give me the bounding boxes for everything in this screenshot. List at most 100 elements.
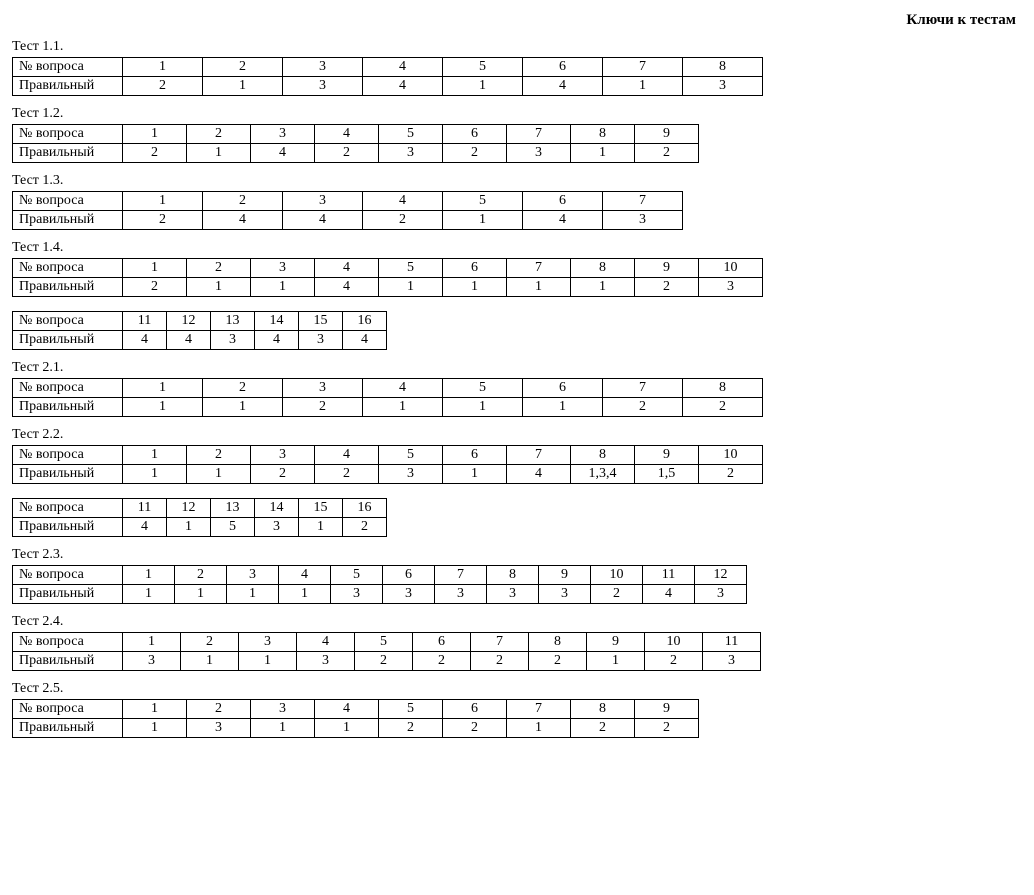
question-number-cell: 1 bbox=[123, 379, 203, 398]
answer-cell: 4 bbox=[363, 77, 443, 96]
row-header-correct: Правильный bbox=[13, 518, 123, 537]
question-number-cell: 3 bbox=[251, 259, 315, 278]
question-number-cell: 1 bbox=[123, 633, 181, 652]
answer-cell: 4 bbox=[507, 465, 571, 484]
question-number-cell: 7 bbox=[603, 58, 683, 77]
question-number-cell: 8 bbox=[487, 566, 539, 585]
answer-cell: 2 bbox=[635, 278, 699, 297]
test-label: Тест 2.5. bbox=[12, 681, 1022, 697]
answer-cell: 4 bbox=[255, 331, 299, 350]
question-number-cell: 3 bbox=[239, 633, 297, 652]
question-number-cell: 9 bbox=[635, 446, 699, 465]
answer-cell: 2 bbox=[315, 465, 379, 484]
answer-cell: 3 bbox=[703, 652, 761, 671]
question-number-cell: 3 bbox=[283, 58, 363, 77]
answer-cell: 4 bbox=[203, 211, 283, 230]
answer-cell: 1 bbox=[187, 144, 251, 163]
question-number-cell: 3 bbox=[251, 700, 315, 719]
answer-table: № вопроса123456789Правильный131122122 bbox=[12, 699, 699, 738]
row-header-correct: Правильный bbox=[13, 398, 123, 417]
answer-cell: 3 bbox=[123, 652, 181, 671]
question-number-cell: 3 bbox=[283, 379, 363, 398]
row-header-question: № вопроса bbox=[13, 125, 123, 144]
question-number-cell: 16 bbox=[343, 312, 387, 331]
question-number-cell: 1 bbox=[123, 700, 187, 719]
answer-cell: 2 bbox=[413, 652, 471, 671]
answer-table: № вопроса12345678910Правильный2114111123 bbox=[12, 258, 763, 297]
row-header-question: № вопроса bbox=[13, 58, 123, 77]
answer-cell: 3 bbox=[297, 652, 355, 671]
row-header-question: № вопроса bbox=[13, 379, 123, 398]
answer-cell: 1 bbox=[379, 278, 443, 297]
answer-table: № вопроса123456789101112Правильный111133… bbox=[12, 565, 747, 604]
answer-cell: 1 bbox=[175, 585, 227, 604]
question-number-cell: 1 bbox=[123, 259, 187, 278]
question-number-cell: 1 bbox=[123, 192, 203, 211]
answer-cell: 1 bbox=[279, 585, 331, 604]
answer-cell: 3 bbox=[507, 144, 571, 163]
question-number-cell: 4 bbox=[315, 446, 379, 465]
answer-cell: 1 bbox=[443, 211, 523, 230]
answer-cell: 1 bbox=[587, 652, 645, 671]
answer-cell: 3 bbox=[487, 585, 539, 604]
row-header-correct: Правильный bbox=[13, 77, 123, 96]
question-number-cell: 5 bbox=[443, 379, 523, 398]
test-label: Тест 2.1. bbox=[12, 360, 1022, 376]
question-number-cell: 2 bbox=[187, 259, 251, 278]
row-header-correct: Правильный bbox=[13, 144, 123, 163]
question-number-cell: 2 bbox=[175, 566, 227, 585]
answer-cell: 1 bbox=[203, 398, 283, 417]
question-number-cell: 4 bbox=[315, 259, 379, 278]
answer-cell: 1,3,4 bbox=[571, 465, 635, 484]
answer-cell: 1 bbox=[315, 719, 379, 738]
row-header-correct: Правильный bbox=[13, 211, 123, 230]
answer-table: № вопроса1234567891011Правильный31132222… bbox=[12, 632, 761, 671]
question-number-cell: 3 bbox=[227, 566, 279, 585]
row-header-correct: Правильный bbox=[13, 652, 123, 671]
answer-cell: 3 bbox=[379, 144, 443, 163]
question-number-cell: 7 bbox=[507, 700, 571, 719]
answer-cell: 5 bbox=[211, 518, 255, 537]
row-header-question: № вопроса bbox=[13, 566, 123, 585]
question-number-cell: 4 bbox=[363, 379, 443, 398]
question-number-cell: 10 bbox=[699, 446, 763, 465]
question-number-cell: 12 bbox=[167, 499, 211, 518]
question-number-cell: 2 bbox=[203, 58, 283, 77]
question-number-cell: 8 bbox=[683, 379, 763, 398]
row-header-correct: Правильный bbox=[13, 719, 123, 738]
question-number-cell: 2 bbox=[181, 633, 239, 652]
answer-cell: 2 bbox=[363, 211, 443, 230]
answer-table: № вопроса12345678910Правильный11223141,3… bbox=[12, 445, 763, 484]
answer-cell: 1 bbox=[167, 518, 211, 537]
answer-cell: 3 bbox=[331, 585, 383, 604]
question-number-cell: 6 bbox=[523, 192, 603, 211]
test-label: Тест 1.3. bbox=[12, 173, 1022, 189]
answer-cell: 1 bbox=[571, 144, 635, 163]
answer-cell: 2 bbox=[591, 585, 643, 604]
answer-cell: 1 bbox=[187, 278, 251, 297]
test-label: Тест 1.4. bbox=[12, 240, 1022, 256]
question-number-cell: 5 bbox=[379, 125, 443, 144]
answer-table: № вопроса1234567Правильный2442143 bbox=[12, 191, 683, 230]
answer-cell: 1 bbox=[239, 652, 297, 671]
answer-cell: 2 bbox=[123, 144, 187, 163]
question-number-cell: 9 bbox=[587, 633, 645, 652]
answer-cell: 2 bbox=[355, 652, 413, 671]
answer-table: № вопроса12345678Правильный11211122 bbox=[12, 378, 763, 417]
answer-cell: 2 bbox=[315, 144, 379, 163]
question-number-cell: 11 bbox=[703, 633, 761, 652]
answer-cell: 4 bbox=[167, 331, 211, 350]
question-number-cell: 2 bbox=[187, 446, 251, 465]
question-number-cell: 11 bbox=[123, 312, 167, 331]
answer-cell: 2 bbox=[645, 652, 703, 671]
question-number-cell: 1 bbox=[123, 446, 187, 465]
question-number-cell: 6 bbox=[523, 58, 603, 77]
question-number-cell: 8 bbox=[571, 259, 635, 278]
row-header-question: № вопроса bbox=[13, 312, 123, 331]
test-label: Тест 2.4. bbox=[12, 614, 1022, 630]
answer-cell: 4 bbox=[283, 211, 363, 230]
answer-cell: 4 bbox=[123, 331, 167, 350]
answer-cell: 1 bbox=[443, 465, 507, 484]
answer-cell: 3 bbox=[699, 278, 763, 297]
question-number-cell: 3 bbox=[251, 446, 315, 465]
